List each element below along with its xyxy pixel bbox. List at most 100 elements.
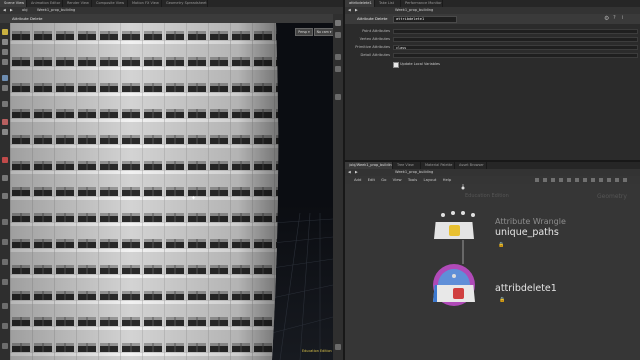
tab-render-view[interactable]: Render View bbox=[63, 0, 92, 7]
parm-vertex-attributes: Vertex Attributes bbox=[345, 36, 640, 43]
pose-tool-icon[interactable] bbox=[2, 85, 8, 91]
menu-tools[interactable]: Tools bbox=[408, 176, 417, 184]
scale-tool-icon[interactable] bbox=[2, 59, 8, 65]
menu-add[interactable]: Add bbox=[354, 176, 361, 184]
parm-detail-attributes: Detail Attributes bbox=[345, 52, 640, 59]
move-tool-icon[interactable] bbox=[2, 39, 8, 45]
tab-take-list[interactable]: Take List bbox=[375, 0, 401, 7]
point-attributes-field[interactable] bbox=[393, 29, 638, 34]
handle-tool-icon[interactable] bbox=[2, 75, 8, 81]
right-top-path-bar: ◀ ▶ Week1_prop_building bbox=[345, 7, 640, 14]
wrangle-node-type: Attribute Wrangle bbox=[495, 217, 566, 226]
persp-menu[interactable]: Persp ▾ bbox=[295, 28, 313, 36]
tab-motion-fx-view[interactable]: Motion FX View bbox=[128, 0, 162, 7]
attribute-delete-node[interactable] bbox=[433, 285, 475, 302]
node-type-label: Attribute Delete bbox=[12, 16, 43, 21]
help-icon[interactable]: ? bbox=[613, 15, 616, 21]
detail-attributes-field[interactable] bbox=[393, 53, 638, 58]
parm-point-attributes: Point Attributes bbox=[345, 28, 640, 35]
tab-scene-view[interactable]: Scene View bbox=[0, 0, 27, 7]
network-canvas[interactable]: Education Edition Geometry Attribute Wra… bbox=[345, 184, 640, 360]
forward-arrow-icon[interactable]: ▶ bbox=[10, 7, 13, 14]
geo-path-segment[interactable]: Week1_prop_building bbox=[395, 169, 433, 176]
right-bottom-path-bar: ◀ ▶ Week1_prop_building bbox=[345, 169, 640, 176]
display-points-icon[interactable] bbox=[335, 54, 341, 60]
forward-arrow-icon[interactable]: ▶ bbox=[355, 169, 358, 176]
obj-path-segment[interactable]: obj bbox=[22, 7, 27, 14]
edition-watermark: Education Edition bbox=[302, 349, 332, 353]
forward-arrow-icon[interactable]: ▶ bbox=[355, 7, 358, 14]
select-tool-icon[interactable] bbox=[2, 29, 8, 35]
tab-network-view[interactable]: /obj/Week1_prop_building bbox=[345, 162, 393, 169]
rotate-tool-icon[interactable] bbox=[2, 49, 8, 55]
menu-edit[interactable]: Edit bbox=[368, 176, 375, 184]
tab-tree-view[interactable]: Tree View bbox=[393, 162, 421, 169]
wrangle-input-dots[interactable] bbox=[441, 211, 487, 219]
lighting-icon[interactable] bbox=[2, 239, 8, 245]
menu-go[interactable]: Go bbox=[381, 176, 386, 184]
visibility-icon[interactable] bbox=[2, 219, 8, 225]
attribute-delete-icon bbox=[453, 288, 464, 299]
input-dot[interactable] bbox=[452, 274, 456, 278]
brush-tool-icon[interactable] bbox=[2, 175, 8, 181]
delete-node-name[interactable]: attribdelete1 bbox=[495, 283, 557, 294]
back-arrow-icon[interactable]: ◀ bbox=[3, 7, 6, 14]
display-options-icon[interactable] bbox=[2, 323, 8, 329]
network-menu-bar: Add Edit Go View Tools Layout Help bbox=[345, 176, 640, 184]
tab-animation-editor[interactable]: Animation Editor bbox=[27, 0, 63, 7]
update-local-label: Update Local Variables bbox=[400, 62, 440, 66]
tab-parameters[interactable]: attribdelete1 bbox=[345, 0, 375, 7]
view-tool-icon[interactable] bbox=[2, 101, 8, 107]
update-local-checkbox[interactable] bbox=[393, 62, 399, 68]
parameter-header: Attribute Delete attribdelete1 ⚙ ? i bbox=[345, 14, 640, 24]
attribute-wrangle-node[interactable] bbox=[434, 222, 474, 239]
viewport-header: Attribute Delete bbox=[0, 14, 343, 23]
tab-material-palette[interactable]: Material Palette bbox=[421, 162, 455, 169]
frame-icon[interactable] bbox=[335, 32, 341, 38]
lock-icon: 🔒 bbox=[498, 242, 505, 248]
vertex-attributes-field[interactable] bbox=[393, 37, 638, 42]
right-bottom-tab-bar: /obj/Week1_prop_building Tree View Mater… bbox=[345, 162, 640, 169]
parameter-body bbox=[345, 72, 640, 160]
node-type-label: Attribute Delete bbox=[357, 16, 388, 21]
network-toolbar-icons[interactable] bbox=[535, 178, 630, 182]
display-normals-icon[interactable] bbox=[335, 66, 341, 72]
camera-icon[interactable] bbox=[2, 303, 8, 309]
menu-layout[interactable]: Layout bbox=[423, 176, 436, 184]
sculpt-tool-icon[interactable] bbox=[2, 193, 8, 199]
gear-icon[interactable]: ⚙ bbox=[604, 15, 609, 22]
lock-icon: 🔒 bbox=[499, 297, 506, 303]
tab-asset-browser[interactable]: Asset Browser bbox=[455, 162, 487, 169]
tab-performance-monitor[interactable]: Performance Monitor bbox=[401, 0, 443, 7]
tab-composite-view[interactable]: Composite View bbox=[92, 0, 128, 7]
wrangle-node-name[interactable]: unique_paths bbox=[495, 227, 559, 238]
camera-menu[interactable]: No cam ▾ bbox=[314, 28, 333, 36]
snap-grid-icon[interactable] bbox=[2, 129, 8, 135]
viewport-3d[interactable]: Persp ▾ No cam ▾ ✦ Education Edition bbox=[10, 23, 333, 360]
home-view-icon[interactable] bbox=[335, 20, 341, 26]
cursor-icon: ✦ bbox=[191, 195, 197, 202]
shading-icon[interactable] bbox=[2, 259, 8, 265]
primitive-attributes-field[interactable]: class bbox=[393, 45, 638, 50]
menu-help[interactable]: Help bbox=[443, 176, 452, 184]
tab-geometry-spreadsheet[interactable]: Geometry Spreadsheet bbox=[162, 0, 208, 7]
wire-dot bbox=[461, 186, 465, 190]
layout-icon[interactable] bbox=[2, 343, 8, 349]
menu-view[interactable]: View bbox=[393, 176, 402, 184]
back-arrow-icon[interactable]: ◀ bbox=[348, 169, 351, 176]
back-arrow-icon[interactable]: ◀ bbox=[348, 7, 351, 14]
parm-label: Detail Attributes bbox=[360, 53, 390, 57]
magnet-icon[interactable] bbox=[2, 157, 8, 163]
geo-path-segment[interactable]: Week1_prop_building bbox=[37, 7, 75, 14]
viewport-display-strip bbox=[333, 14, 343, 360]
parm-label: Vertex Attributes bbox=[359, 37, 390, 41]
ghost-icon[interactable] bbox=[335, 94, 341, 100]
info-icon[interactable]: i bbox=[622, 15, 623, 21]
parm-label: Point Attributes bbox=[362, 29, 390, 33]
wireframe-icon[interactable] bbox=[2, 279, 8, 285]
bg-image-icon[interactable] bbox=[335, 344, 341, 350]
parm-primitive-attributes: Primitive Attributes class bbox=[345, 44, 640, 51]
snap-tool-icon[interactable] bbox=[2, 119, 8, 125]
geo-path-segment[interactable]: Week1_prop_building bbox=[395, 7, 433, 14]
node-name-field[interactable]: attribdelete1 bbox=[393, 16, 457, 23]
